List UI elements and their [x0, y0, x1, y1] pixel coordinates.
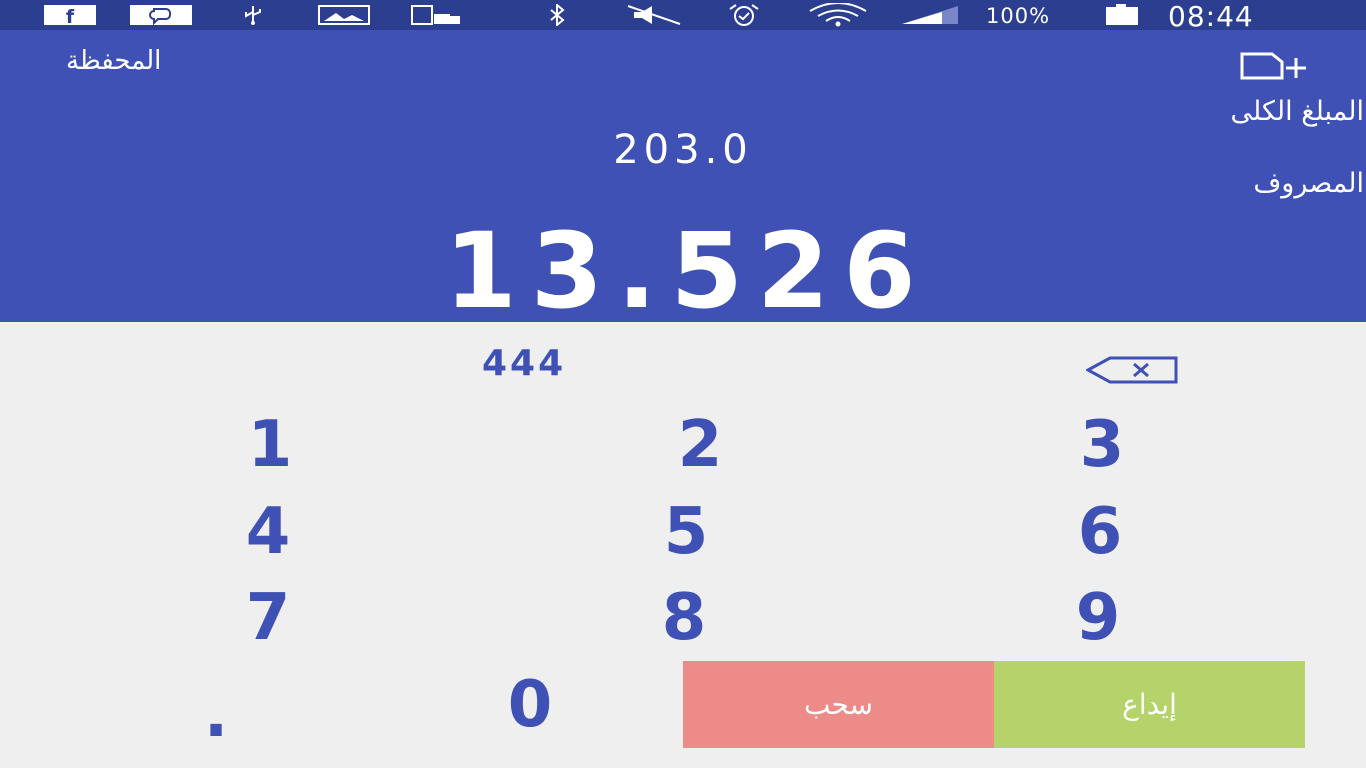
key-5[interactable]: 5	[616, 492, 756, 572]
alarm-icon	[716, 4, 772, 26]
device-lock-icon	[410, 4, 462, 26]
key-3[interactable]: 3	[1032, 405, 1172, 485]
image-icon	[318, 4, 370, 26]
wifi-icon	[806, 3, 870, 27]
document-add-icon[interactable]	[1238, 48, 1310, 82]
facebook-icon: f	[44, 4, 96, 26]
key-9[interactable]: 9	[1028, 578, 1168, 658]
key-2[interactable]: 2	[630, 405, 770, 485]
backspace-icon[interactable]	[1084, 356, 1178, 384]
total-value: 203.0	[0, 127, 1366, 173]
total-value-text: 203.0	[613, 127, 753, 173]
signal-icon	[900, 4, 962, 26]
spent-label: المصروف	[1253, 168, 1364, 199]
key-decimal[interactable]: .	[146, 675, 286, 755]
key-7[interactable]: 7	[198, 578, 338, 658]
deposit-button[interactable]: إيداع	[994, 661, 1305, 748]
svg-text:f: f	[66, 6, 75, 25]
total-label: المبلغ الكلى	[1230, 96, 1364, 127]
mute-icon	[624, 4, 684, 26]
usb-icon	[236, 4, 270, 26]
key-0[interactable]: 0	[460, 665, 600, 745]
key-6[interactable]: 6	[1030, 492, 1170, 572]
key-1[interactable]: 1	[200, 405, 340, 485]
app-title: المحفظة	[66, 46, 162, 76]
balance-header: المحفظة المبلغ الكلى 203.0 المصروف 13.52…	[0, 30, 1366, 326]
spent-value: 13.526	[444, 210, 930, 332]
clock: 08:44	[1168, 0, 1254, 33]
bluetooth-icon	[540, 4, 574, 26]
key-8[interactable]: 8	[614, 578, 754, 658]
amount-display: 444	[482, 343, 567, 384]
battery-percentage: 100%	[986, 4, 1051, 28]
key-4[interactable]: 4	[198, 492, 338, 572]
battery-icon	[1102, 4, 1142, 26]
status-bar: f 100% 08:44	[0, 0, 1366, 33]
chat-icon	[130, 4, 192, 26]
withdraw-button[interactable]: سحب	[683, 661, 994, 748]
